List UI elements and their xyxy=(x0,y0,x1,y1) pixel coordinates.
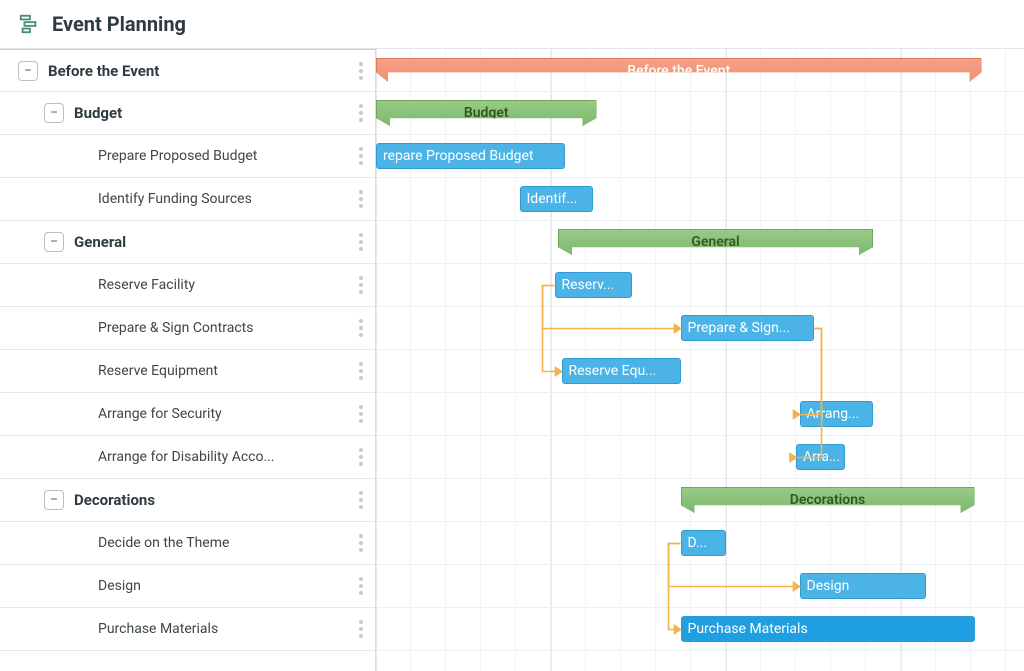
task-row[interactable]: Budget xyxy=(0,92,375,135)
task-list-pane: Before the Event Budget Prepare Proposed B… xyxy=(0,49,376,671)
row-menu-icon[interactable] xyxy=(353,403,369,425)
task-row[interactable]: Reserve Facility xyxy=(0,264,375,307)
row-menu-icon[interactable] xyxy=(353,188,369,210)
task-row[interactable]: General xyxy=(0,221,375,264)
task-bar[interactable]: Prepare & Sign... xyxy=(681,315,814,341)
collapse-button[interactable] xyxy=(44,490,64,510)
task-row[interactable]: Reserve Equipment xyxy=(0,350,375,393)
row-menu-icon[interactable] xyxy=(353,532,369,554)
gantt-row: Identif... xyxy=(376,178,1024,221)
task-row[interactable]: Identify Funding Sources xyxy=(0,178,375,221)
gantt-row: Reserv... xyxy=(376,264,1024,307)
row-menu-icon[interactable] xyxy=(353,360,369,382)
gantt-icon xyxy=(18,13,40,35)
gantt-row: Arrang... xyxy=(376,393,1024,436)
task-label: Budget xyxy=(74,104,122,122)
gantt-row: Reserve Equ... xyxy=(376,350,1024,393)
task-row[interactable]: Decide on the Theme xyxy=(0,522,375,565)
gantt-row: D... xyxy=(376,522,1024,565)
task-label: Decide on the Theme xyxy=(98,535,229,551)
task-bar[interactable]: Arrang... xyxy=(800,401,874,427)
row-menu-icon[interactable] xyxy=(353,60,369,82)
summary-bar[interactable]: Before the Event xyxy=(376,58,982,82)
group-bar[interactable]: Decorations xyxy=(681,487,975,513)
task-label: Arrange for Security xyxy=(98,406,222,422)
row-menu-icon[interactable] xyxy=(353,231,369,253)
gantt-row: Budget xyxy=(376,92,1024,135)
task-bar[interactable]: Purchase Materials xyxy=(681,616,975,642)
task-label: Prepare Proposed Budget xyxy=(98,148,257,164)
task-label: Identify Funding Sources xyxy=(98,191,252,207)
gantt-rows: Before the Event Budget repare Proposed Bu… xyxy=(376,49,1024,651)
row-menu-icon[interactable] xyxy=(353,102,369,124)
task-row[interactable]: Decorations xyxy=(0,479,375,522)
collapse-button[interactable] xyxy=(18,61,38,81)
gantt-chart-pane[interactable]: Before the Event Budget repare Proposed Bu… xyxy=(376,49,1024,671)
main-content: Before the Event Budget Prepare Proposed B… xyxy=(0,49,1024,671)
task-label: Before the Event xyxy=(48,62,159,80)
task-row[interactable]: Before the Event xyxy=(0,49,375,92)
row-menu-icon[interactable] xyxy=(353,274,369,296)
task-bar[interactable]: repare Proposed Budget xyxy=(376,143,565,169)
task-bar[interactable]: Reserv... xyxy=(555,272,632,298)
row-menu-icon[interactable] xyxy=(353,575,369,597)
gantt-row: Decorations xyxy=(376,479,1024,522)
task-bar[interactable]: Design xyxy=(800,573,926,599)
group-bar[interactable]: General xyxy=(558,229,873,255)
task-label: Reserve Facility xyxy=(98,277,195,293)
task-row[interactable]: Purchase Materials xyxy=(0,608,375,651)
task-label: Prepare & Sign Contracts xyxy=(98,320,253,336)
task-bar[interactable]: D... xyxy=(681,530,727,556)
task-label: Arrange for Disability Acco... xyxy=(98,449,275,465)
row-menu-icon[interactable] xyxy=(353,618,369,640)
collapse-button[interactable] xyxy=(44,103,64,123)
collapse-button[interactable] xyxy=(44,232,64,252)
gantt-row: Purchase Materials xyxy=(376,608,1024,651)
gantt-row: Design xyxy=(376,565,1024,608)
task-row[interactable]: Arrange for Security xyxy=(0,393,375,436)
task-row[interactable]: Prepare & Sign Contracts xyxy=(0,307,375,350)
task-label: General xyxy=(74,233,126,251)
row-menu-icon[interactable] xyxy=(353,489,369,511)
gantt-row: Arra... xyxy=(376,436,1024,479)
task-bar[interactable]: Identif... xyxy=(520,186,594,212)
app-header: Event Planning xyxy=(0,0,1024,49)
task-row[interactable]: Prepare Proposed Budget xyxy=(0,135,375,178)
gantt-row: Before the Event xyxy=(376,49,1024,92)
gantt-row: General xyxy=(376,221,1024,264)
row-menu-icon[interactable] xyxy=(353,145,369,167)
gantt-row: Prepare & Sign... xyxy=(376,307,1024,350)
row-menu-icon[interactable] xyxy=(353,317,369,339)
page-title: Event Planning xyxy=(52,12,186,36)
task-row[interactable]: Design xyxy=(0,565,375,608)
task-label: Design xyxy=(98,578,141,594)
task-label: Purchase Materials xyxy=(98,621,218,637)
task-bar[interactable]: Arra... xyxy=(796,444,845,470)
group-bar[interactable]: Budget xyxy=(376,100,597,126)
task-label: Reserve Equipment xyxy=(98,363,218,379)
row-menu-icon[interactable] xyxy=(353,446,369,468)
task-bar[interactable]: Reserve Equ... xyxy=(562,358,681,384)
gantt-row: repare Proposed Budget xyxy=(376,135,1024,178)
task-row[interactable]: Arrange for Disability Acco... xyxy=(0,436,375,479)
task-label: Decorations xyxy=(74,491,155,509)
